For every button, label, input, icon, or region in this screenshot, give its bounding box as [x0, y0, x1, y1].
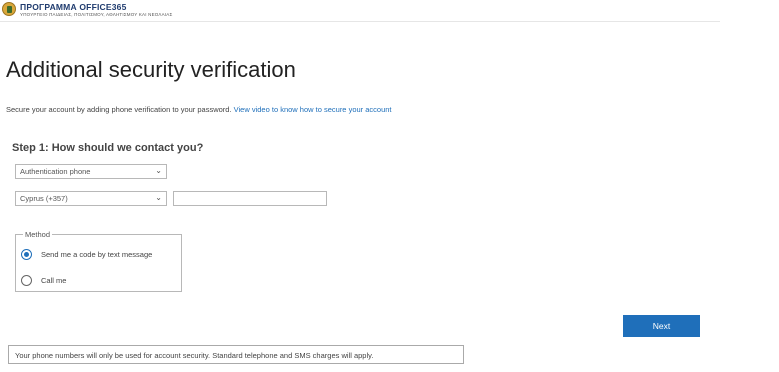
view-video-link[interactable]: View video to know how to secure your ac…	[234, 105, 392, 114]
intro-description: Secure your account by adding phone veri…	[6, 105, 234, 114]
text-message-radio[interactable]	[21, 249, 32, 260]
country-code-select[interactable]: Cyprus (+357) ⌄	[15, 191, 167, 206]
brand-subtitle: ΥΠΟΥΡΓΕΙΟ ΠΑΙΔΕΙΑΣ, ΠΟΛΙΤΙΣΜΟΥ, ΑΘΛΗΤΙΣΜ…	[20, 12, 173, 17]
country-code-value: Cyprus (+357)	[20, 194, 68, 203]
next-button[interactable]: Next	[623, 315, 700, 337]
call-me-label: Call me	[41, 276, 67, 285]
chevron-down-icon: ⌄	[155, 193, 162, 202]
page-title: Additional security verification	[6, 57, 296, 82]
phone-number-input[interactable]	[173, 191, 327, 206]
text-message-label: Send me a code by text message	[41, 250, 153, 259]
chevron-down-icon: ⌄	[155, 166, 162, 175]
call-me-radio[interactable]	[21, 275, 32, 286]
contact-method-select[interactable]: Authentication phone ⌄	[15, 164, 167, 179]
contact-method-value: Authentication phone	[20, 167, 91, 176]
header: ΠΡΟΓΡΑΜΜΑ OFFICE365 ΥΠΟΥΡΓΕΙΟ ΠΑΙΔΕΙΑΣ, …	[0, 0, 720, 22]
intro-text: Secure your account by adding phone veri…	[6, 105, 392, 114]
method-legend: Method	[23, 230, 53, 239]
brand-title: ΠΡΟΓΡΑΜΜΑ OFFICE365	[20, 2, 127, 12]
coat-of-arms-logo-icon	[2, 2, 16, 16]
method-group: Method Send me a code by text message Ca…	[15, 230, 182, 292]
privacy-notice: Your phone numbers will only be used for…	[8, 345, 464, 364]
step1-title: Step 1: How should we contact you?	[12, 142, 204, 154]
